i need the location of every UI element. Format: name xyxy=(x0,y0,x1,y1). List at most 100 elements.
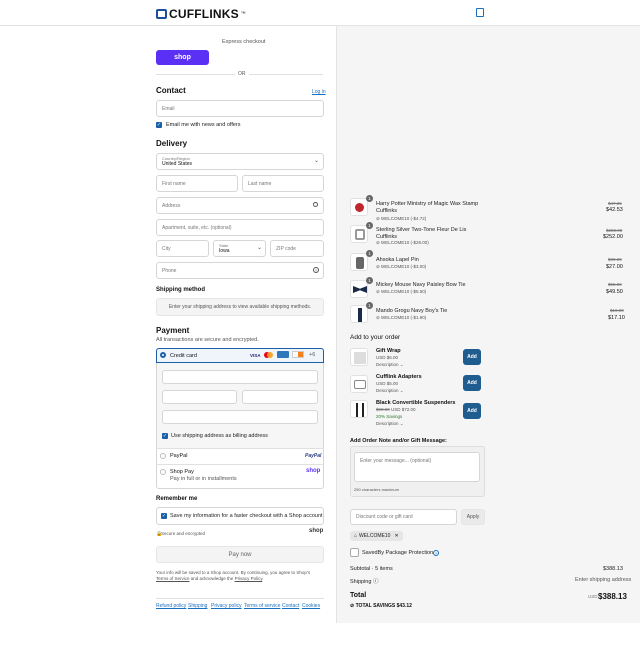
payment-subtitle: All transactions are secure and encrypte… xyxy=(156,337,259,343)
footer-terms-link[interactable]: Terms of service xyxy=(244,603,280,609)
upsell-description[interactable]: Description ⌄ xyxy=(376,388,404,394)
logo[interactable]: CUFFLINKS ™ xyxy=(156,7,246,21)
login-link[interactable]: Log in xyxy=(312,89,326,95)
footer-cookies-link[interactable]: Cookies xyxy=(302,603,320,609)
phone-field[interactable]: Phone xyxy=(156,262,324,279)
shop-pay-subtitle: Pay in full or in installments xyxy=(170,476,237,482)
discover-icon xyxy=(292,351,304,358)
shipping-label: Shipping ⓘ xyxy=(350,579,379,585)
item-old-price: $280.00 xyxy=(606,228,623,233)
note-title: Add Order Note and/or Gift Message: xyxy=(350,438,447,444)
paypal-radio[interactable] xyxy=(160,453,166,459)
upsell-price: $90.00 USD $72.00 xyxy=(376,407,416,412)
secure-label: Secure and encrypted xyxy=(161,531,206,536)
billing-label: Use shipping address as billing address xyxy=(171,433,268,439)
protection-checkbox[interactable] xyxy=(350,548,359,557)
save-info-checkbox[interactable]: ✓ xyxy=(161,513,167,519)
item-name: Ahsoka Lapel Pin xyxy=(376,257,419,263)
security-code-field[interactable] xyxy=(242,390,318,404)
or-label: OR xyxy=(235,71,249,77)
logo-mark-icon xyxy=(156,9,167,19)
discount-code-field[interactable]: Discount code or gift card xyxy=(350,509,457,525)
shop-pay-radio[interactable] xyxy=(160,469,166,475)
product-thumbnail xyxy=(350,198,368,216)
item-price: $27.00 xyxy=(606,264,623,270)
save-info-label: Save my information for a faster checkou… xyxy=(170,513,323,519)
payment-title: Payment xyxy=(156,326,190,335)
add-gift-wrap-button[interactable]: Add xyxy=(463,349,481,365)
upsell-savings: 20% Savings xyxy=(376,414,403,419)
upsell-name: Gift Wrap xyxy=(376,348,401,354)
news-label: Email me with news and offers xyxy=(166,122,241,128)
add-suspenders-button[interactable]: Add xyxy=(463,403,481,419)
product-thumbnail xyxy=(350,305,368,323)
more-cards-label: +6 xyxy=(309,352,316,358)
footer-privacy-link[interactable]: Privacy policy xyxy=(211,603,242,609)
note-textarea[interactable]: Enter your message... (optional) xyxy=(354,452,480,482)
search-icon xyxy=(313,202,318,207)
pay-now-button[interactable]: Pay now xyxy=(156,546,324,563)
first-name-field[interactable]: First name xyxy=(156,175,238,192)
remember-title: Remember me xyxy=(156,496,198,502)
product-thumbnail xyxy=(350,280,368,298)
paypal-logo: PayPal xyxy=(305,453,322,459)
quantity-badge: 1 xyxy=(366,250,373,257)
shop-pay-express-button[interactable]: shop xyxy=(156,50,209,65)
logo-text: CUFFLINKS xyxy=(169,7,239,21)
subtotal-label: Subtotal · 5 items xyxy=(350,566,393,572)
quantity-badge: 1 xyxy=(366,222,373,229)
card-number-field[interactable] xyxy=(162,370,318,384)
name-on-card-field[interactable] xyxy=(162,410,318,424)
upsell-thumbnail xyxy=(350,400,368,418)
legal-line1: Your info will be saved to a Shop accoun… xyxy=(156,570,311,575)
zip-field[interactable]: ZIP code xyxy=(270,240,324,257)
order-summary: 1 Harry Potter Ministry of Magic Wax Sta… xyxy=(336,26,640,623)
credit-card-radio[interactable] xyxy=(160,352,166,358)
quantity-badge: 1 xyxy=(366,277,373,284)
visa-icon: VISA xyxy=(250,353,261,358)
address-field[interactable]: Address xyxy=(156,197,324,214)
close-icon[interactable]: ✕ xyxy=(394,533,398,539)
footer-shipping-link[interactable]: Shipping xyxy=(188,603,207,609)
legal-line2: Terms of Service and acknowledge the Pri… xyxy=(156,576,264,581)
item-name: Mickey Mouse Navy Paisley Bow Tie xyxy=(376,282,466,288)
upsell-description[interactable]: Description ⌄ xyxy=(376,421,404,427)
expiration-field[interactable] xyxy=(162,390,237,404)
chevron-down-icon: ⌄ xyxy=(314,158,320,164)
info-icon[interactable]: ? xyxy=(433,550,439,556)
news-checkbox[interactable]: ✓ xyxy=(156,122,162,128)
item-name: Sterling Silver Two-Tone Fleur De Lis Cu… xyxy=(376,227,467,240)
tag-icon: ⌂ xyxy=(354,533,358,539)
shop-logo: shop xyxy=(309,528,324,534)
upsell-description[interactable]: Description ⌄ xyxy=(376,362,404,368)
item-name: Mando Grogu Navy Boy's Tie xyxy=(376,308,448,314)
apartment-field[interactable]: Apartment, suite, etc. (optional) xyxy=(156,219,324,236)
header: CUFFLINKS ™ xyxy=(0,0,640,26)
footer-refund-link[interactable]: Refund policy xyxy=(156,603,186,609)
add-cufflink-adapters-button[interactable]: Add xyxy=(463,375,481,391)
shipping-method-message: Enter your shipping address to view avai… xyxy=(156,298,324,316)
country-select[interactable]: Country/Region United States xyxy=(156,153,324,170)
item-price: $49.50 xyxy=(606,289,623,295)
city-field[interactable]: City xyxy=(156,240,209,257)
paypal-label: PayPal xyxy=(170,453,188,459)
amex-icon xyxy=(277,351,289,358)
email-field[interactable]: Email xyxy=(156,100,324,117)
upsell-name: Cufflink Adapters xyxy=(376,374,422,380)
product-thumbnail xyxy=(350,225,368,243)
footer-contact-link[interactable]: Contact xyxy=(282,603,299,609)
help-icon[interactable]: ? xyxy=(313,267,319,273)
terms-link[interactable]: Terms of Service xyxy=(156,576,190,581)
total-label: Total xyxy=(350,592,367,599)
item-discount: ⊘ WELCOME10 (-$3.00) xyxy=(376,264,427,269)
privacy-link[interactable]: Privacy Policy xyxy=(235,576,263,581)
billing-checkbox[interactable]: ✓ xyxy=(162,433,168,439)
apply-button[interactable]: Apply xyxy=(461,509,485,525)
last-name-field[interactable]: Last name xyxy=(242,175,324,192)
quantity-badge: 1 xyxy=(366,302,373,309)
chevron-down-icon: ⌄ xyxy=(257,245,263,251)
upsell-thumbnail xyxy=(350,348,368,366)
shipping-value: Enter shipping address xyxy=(575,577,632,583)
item-old-price: $55.00 xyxy=(608,282,622,287)
bag-icon[interactable] xyxy=(476,8,484,17)
